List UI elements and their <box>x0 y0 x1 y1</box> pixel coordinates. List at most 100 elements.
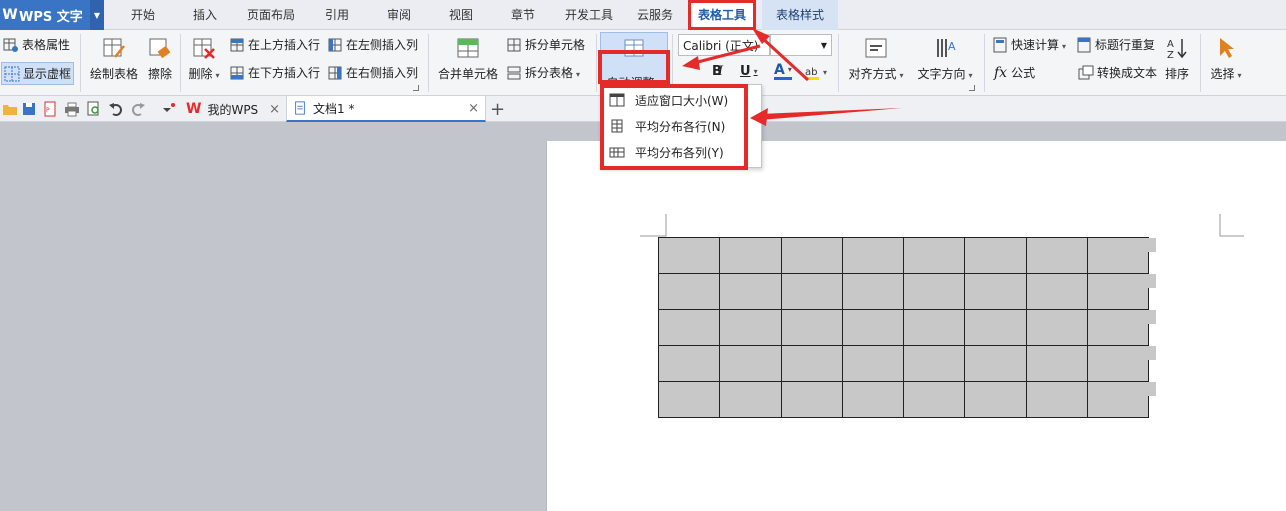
font-color-button[interactable]: A <box>774 63 792 80</box>
delete-button[interactable]: 删除 <box>184 36 224 82</box>
header-row-repeat-button[interactable]: 标题行重复 <box>1076 36 1155 53</box>
table-cell[interactable] <box>1025 381 1089 418</box>
redo-icon[interactable] <box>130 101 146 117</box>
table-cell[interactable] <box>964 237 1027 274</box>
table-cell[interactable] <box>903 309 966 346</box>
table-cell[interactable] <box>657 237 721 274</box>
table-cell[interactable] <box>964 273 1027 310</box>
undo-icon[interactable] <box>108 101 124 117</box>
table-cell[interactable] <box>841 237 905 274</box>
tab-references[interactable]: 引用 <box>310 0 364 30</box>
table-cell[interactable] <box>1087 345 1150 382</box>
doc-tab-mywps[interactable]: W 我的WPS × <box>182 96 286 122</box>
table-cell[interactable] <box>1087 273 1150 310</box>
open-folder-icon[interactable] <box>2 101 18 117</box>
table-cell[interactable] <box>841 273 905 310</box>
italic-button[interactable]: I <box>718 64 723 79</box>
tab-cloud[interactable]: 云服务 <box>626 0 684 30</box>
table-cell[interactable] <box>964 309 1027 346</box>
new-tab-plus-icon[interactable]: + <box>490 96 508 122</box>
chevron-down-icon[interactable]: ▼ <box>90 0 104 30</box>
tab-table-style[interactable]: 表格样式 <box>762 0 838 30</box>
split-table-button[interactable]: 拆分表格 <box>506 64 580 81</box>
merge-cells-button[interactable]: 合并单元格 <box>434 36 502 82</box>
print-preview-icon[interactable] <box>86 101 102 117</box>
select-button[interactable]: 选择 <box>1206 36 1246 82</box>
tab-developer[interactable]: 开发工具 <box>556 0 622 30</box>
alignment-button[interactable]: 对齐方式 <box>846 36 906 82</box>
row-end-marker <box>1148 238 1156 252</box>
table-cell[interactable] <box>1025 345 1089 382</box>
table-row <box>657 345 1150 382</box>
close-icon[interactable]: × <box>269 102 280 117</box>
tab-chapter[interactable]: 章节 <box>494 0 552 30</box>
tab-table-tools[interactable]: 表格工具 <box>688 0 756 30</box>
sort-button[interactable]: AZ 排序 <box>1162 36 1192 82</box>
table-cell[interactable] <box>1025 273 1089 310</box>
font-size-select[interactable]: ▼ <box>770 34 832 56</box>
table-cell[interactable] <box>719 309 782 346</box>
ribbon-separator <box>838 34 839 92</box>
export-pdf-icon[interactable]: P <box>42 101 58 117</box>
font-name-select[interactable]: Calibri (正文) <box>678 34 770 56</box>
table-cell[interactable] <box>1025 309 1089 346</box>
table-cell[interactable] <box>780 237 843 274</box>
table-cell[interactable] <box>780 273 843 310</box>
table-cell[interactable] <box>903 273 966 310</box>
table-cell[interactable] <box>719 273 782 310</box>
tab-page-layout[interactable]: 页面布局 <box>238 0 304 30</box>
table-cell[interactable] <box>964 381 1027 418</box>
annotation-box-dropdown <box>600 84 748 170</box>
insert-dialog-launcher[interactable] <box>413 85 419 91</box>
document-table[interactable] <box>657 237 1150 418</box>
table-cell[interactable] <box>780 381 843 418</box>
table-cell[interactable] <box>841 345 905 382</box>
table-cell[interactable] <box>657 309 721 346</box>
table-cell[interactable] <box>903 345 966 382</box>
convert-to-text-button[interactable]: 转换成文本 <box>1078 64 1157 81</box>
formula-button[interactable]: fx 公式 <box>994 64 1035 81</box>
table-cell[interactable] <box>903 381 966 418</box>
tab-view[interactable]: 视图 <box>434 0 488 30</box>
table-cell[interactable] <box>657 273 721 310</box>
table-cell[interactable] <box>780 345 843 382</box>
table-cell[interactable] <box>719 381 782 418</box>
save-icon[interactable] <box>21 101 37 117</box>
crop-mark <box>1219 214 1244 237</box>
draw-table-button[interactable]: 绘制表格 <box>88 36 140 82</box>
underline-button[interactable]: U <box>740 64 758 79</box>
print-icon[interactable] <box>64 101 80 117</box>
tab-insert[interactable]: 插入 <box>178 0 232 30</box>
split-cells-button[interactable]: 拆分单元格 <box>506 36 585 53</box>
table-cell[interactable] <box>719 345 782 382</box>
table-cell[interactable] <box>657 345 721 382</box>
doc-tab-document1[interactable]: 文档1 * × <box>286 96 486 122</box>
insert-row-below-button[interactable]: 在下方插入行 <box>229 64 320 81</box>
highlight-button[interactable]: ab ▾ <box>804 64 827 80</box>
table-cell[interactable] <box>903 237 966 274</box>
insert-col-left-button[interactable]: 在左侧插入列 <box>327 36 418 53</box>
table-cell[interactable] <box>657 381 721 418</box>
table-cell[interactable] <box>1087 381 1150 418</box>
tab-review[interactable]: 审阅 <box>370 0 428 30</box>
table-cell[interactable] <box>841 309 905 346</box>
table-cell[interactable] <box>719 237 782 274</box>
table-cell[interactable] <box>1087 309 1150 346</box>
customize-dropdown-icon[interactable] <box>160 101 176 117</box>
close-icon[interactable]: × <box>468 101 479 116</box>
tab-home[interactable]: 开始 <box>114 0 172 30</box>
insert-col-right-button[interactable]: 在右侧插入列 <box>327 64 418 81</box>
show-gridlines-button[interactable]: 显示虚框 <box>1 62 75 85</box>
table-cell[interactable] <box>1025 237 1089 274</box>
table-cell[interactable] <box>780 309 843 346</box>
app-menu-button[interactable]: W WPS 文字 ▼ <box>0 0 104 30</box>
table-cell[interactable] <box>841 381 905 418</box>
alignment-dialog-launcher[interactable] <box>969 85 975 91</box>
table-cell[interactable] <box>1087 237 1150 274</box>
text-direction-button[interactable]: A 文字方向 <box>914 36 976 82</box>
table-properties-button[interactable]: 表格属性 <box>3 36 70 53</box>
insert-row-above-button[interactable]: 在上方插入行 <box>229 36 320 53</box>
erase-button[interactable]: 擦除 <box>145 36 175 82</box>
quick-calc-button[interactable]: 快速计算 <box>992 36 1066 53</box>
table-cell[interactable] <box>964 345 1027 382</box>
